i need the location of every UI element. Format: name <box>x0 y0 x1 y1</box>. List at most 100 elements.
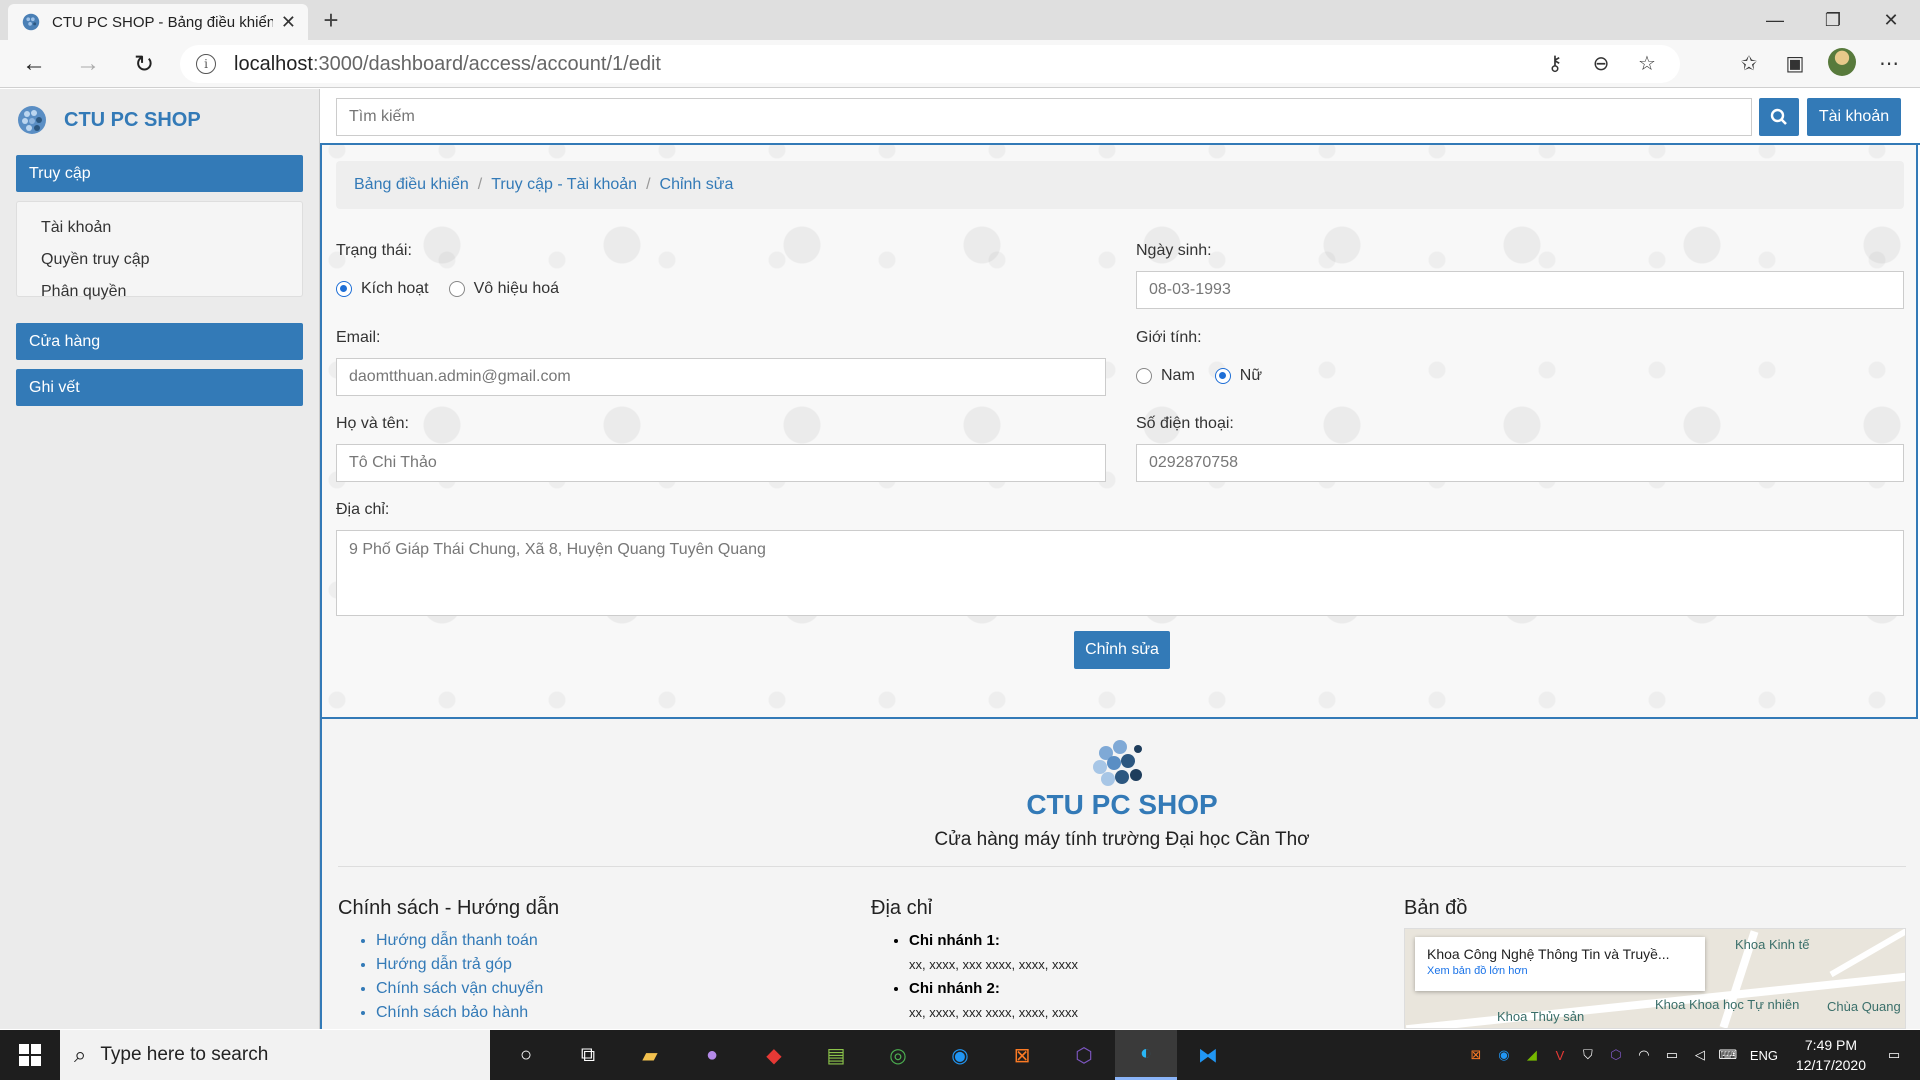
radio-male[interactable] <box>1136 368 1152 384</box>
browser-tab-strip: CTU PC SHOP - Bảng điều khiển ✕ + — ❐ ✕ <box>0 0 1920 40</box>
refresh-icon[interactable]: ↻ <box>126 48 162 80</box>
collections-icon[interactable]: ▣ <box>1782 48 1808 78</box>
policy-links: Hướng dẫn thanh toán Hướng dẫn trả góp C… <box>338 929 543 1025</box>
submit-edit-button[interactable]: Chỉnh sửa <box>1074 631 1170 669</box>
brand[interactable]: CTU PC SHOP <box>16 103 201 137</box>
birthday-field[interactable] <box>1136 271 1904 309</box>
breadcrumb-edit[interactable]: Chỉnh sửa <box>660 176 734 194</box>
sidebar-item-logs[interactable]: Ghi vết <box>16 369 303 406</box>
map-info-card: Khoa Công Nghệ Thông Tin và Truyề... Xem… <box>1415 937 1705 991</box>
search-icon <box>1770 108 1787 125</box>
minimize-button[interactable]: — <box>1746 0 1804 40</box>
back-icon[interactable]: ← <box>16 48 52 80</box>
nox-icon[interactable]: ⬡ <box>1053 1030 1115 1080</box>
top-bar: Tài khoản <box>320 89 1920 145</box>
vscode-icon[interactable]: ⧓ <box>1177 1030 1239 1080</box>
account-button[interactable]: Tài khoản <box>1807 98 1901 136</box>
keyboard-icon[interactable]: ⌨ <box>1716 1047 1740 1063</box>
radio-female[interactable] <box>1214 368 1231 384</box>
app-green-icon[interactable]: ◎ <box>867 1030 929 1080</box>
address-textarea[interactable]: 9 Phố Giáp Thái Chung, Xã 8, Huyện Quang… <box>336 530 1904 616</box>
fullname-field[interactable] <box>336 444 1106 482</box>
footer: CTU PC SHOP Cửa hàng máy tính trường Đại… <box>320 719 1920 1029</box>
link-installment-guide[interactable]: Hướng dẫn trả góp <box>376 953 543 977</box>
map-label: Khoa Kinh tế <box>1735 937 1810 952</box>
embedded-map[interactable]: Khoa Công Nghệ Thông Tin và Truyề... Xem… <box>1404 928 1906 1029</box>
profile-avatar[interactable] <box>1828 48 1856 76</box>
search-input[interactable] <box>336 98 1752 136</box>
edge-icon[interactable]: ◐ <box>1115 1030 1177 1080</box>
github-icon[interactable]: ● <box>681 1030 743 1080</box>
new-tab-button[interactable]: + <box>316 5 346 36</box>
link-payment-guide[interactable]: Hướng dẫn thanh toán <box>376 929 543 953</box>
fullname-label: Họ và tên: <box>336 415 409 432</box>
zalo-icon[interactable]: ◉ <box>929 1030 991 1080</box>
logo-icon <box>18 106 46 134</box>
wifi-icon[interactable]: ◠ <box>1632 1047 1656 1063</box>
radio-active[interactable] <box>336 281 352 297</box>
breadcrumb-access-accounts[interactable]: Truy cập - Tài khoản <box>491 176 637 194</box>
status-disabled-option[interactable]: Vô hiệu hoá <box>448 280 559 298</box>
close-window-button[interactable]: ✕ <box>1862 0 1920 40</box>
footer-tagline: Cửa hàng máy tính trường Đại học Cần Thơ <box>934 829 1310 850</box>
address-bar-row: ← → ↻ i localhost:3000/dashboard/access/… <box>0 40 1920 88</box>
url-actions: ⚷ ⊖ ☆ <box>1542 48 1660 78</box>
windows-logo-icon <box>19 1044 41 1066</box>
xampp-icon[interactable]: ⊠ <box>991 1030 1053 1080</box>
battery-icon[interactable]: ▭ <box>1660 1047 1684 1063</box>
map-larger-link[interactable]: Xem bản đồ lớn hơn <box>1427 965 1693 977</box>
shield-icon[interactable]: ⛉ <box>1576 1047 1600 1063</box>
file-explorer-icon[interactable]: ▰ <box>619 1030 681 1080</box>
zalo-tray-icon[interactable]: ◉ <box>1492 1047 1516 1063</box>
vivaldi-icon[interactable]: V <box>1548 1048 1572 1063</box>
address-heading: Địa chỉ <box>871 897 933 919</box>
xampp-tray-icon[interactable]: ⊠ <box>1464 1047 1488 1063</box>
footer-brand: CTU PC SHOP <box>1026 789 1218 820</box>
phone-field[interactable] <box>1136 444 1904 482</box>
submenu-item-access-rights[interactable]: Quyền truy cập <box>41 246 302 278</box>
nox-tray-icon[interactable]: ⬡ <box>1604 1047 1628 1063</box>
language-indicator[interactable]: ENG <box>1744 1048 1784 1063</box>
url-text: localhost:3000/dashboard/access/account/… <box>234 52 661 75</box>
favorite-star-icon[interactable]: ☆ <box>1634 48 1660 78</box>
map-label: Khoa Khoa học Tự nhiên <box>1655 997 1800 1012</box>
browser-tab[interactable]: CTU PC SHOP - Bảng điều khiển ✕ <box>8 4 308 40</box>
map-label: Khoa Thủy sản <box>1497 1009 1585 1024</box>
taskbar-search[interactable]: ⌕ Type here to search <box>60 1030 490 1080</box>
gender-male-option[interactable]: Nam <box>1136 367 1195 385</box>
cortana-icon[interactable]: ○ <box>495 1030 557 1080</box>
clock[interactable]: 7:49 PM 12/17/2020 <box>1796 1035 1866 1075</box>
zoom-out-icon[interactable]: ⊖ <box>1588 48 1614 78</box>
status-active-option[interactable]: Kích hoạt <box>336 280 429 298</box>
favorites-icon[interactable]: ✩ <box>1736 48 1762 78</box>
link-warranty-policy[interactable]: Chính sách bảo hành <box>376 1001 543 1025</box>
url-field[interactable]: i localhost:3000/dashboard/access/accoun… <box>180 45 1680 83</box>
tab-close-icon[interactable]: ✕ <box>281 12 296 33</box>
start-button[interactable] <box>0 1030 60 1080</box>
volume-icon[interactable]: ◁ <box>1688 1047 1712 1063</box>
email-field[interactable] <box>336 358 1106 396</box>
submenu-item-accounts[interactable]: Tài khoản <box>41 214 302 246</box>
task-view-icon[interactable]: ⧉ <box>557 1030 619 1080</box>
sidebar-item-access[interactable]: Truy cập <box>16 155 303 192</box>
more-menu-icon[interactable]: ⋯ <box>1876 48 1902 78</box>
link-shipping-policy[interactable]: Chính sách vận chuyển <box>376 977 543 1001</box>
gender-female-option[interactable]: Nữ <box>1214 367 1262 385</box>
submenu-item-permissions[interactable]: Phân quyền <box>41 278 302 310</box>
edit-account-panel: Bảng điều khiển / Truy cập - Tài khoản /… <box>320 145 1918 719</box>
nvidia-icon[interactable]: ◢ <box>1520 1047 1544 1063</box>
site-info-icon[interactable]: i <box>196 54 216 74</box>
brand-name: CTU PC SHOP <box>64 108 201 131</box>
notification-icon[interactable]: ▭ <box>1882 1047 1906 1063</box>
breadcrumb-dashboard[interactable]: Bảng điều khiển <box>354 176 469 194</box>
key-icon[interactable]: ⚷ <box>1542 48 1568 78</box>
forward-icon[interactable]: → <box>70 48 106 80</box>
notepad-icon[interactable]: ▤ <box>805 1030 867 1080</box>
taskbar-apps: ○ ⧉ ▰ ● ◆ ▤ ◎ ◉ ⊠ ⬡ ◐ ⧓ <box>495 1030 1239 1080</box>
maximize-button[interactable]: ❐ <box>1804 0 1862 40</box>
sidebar-item-store[interactable]: Cửa hàng <box>16 323 303 360</box>
address-label: Địa chỉ: <box>336 501 390 518</box>
radio-disabled[interactable] <box>448 281 465 297</box>
search-button[interactable] <box>1759 98 1799 136</box>
garena-icon[interactable]: ◆ <box>743 1030 805 1080</box>
